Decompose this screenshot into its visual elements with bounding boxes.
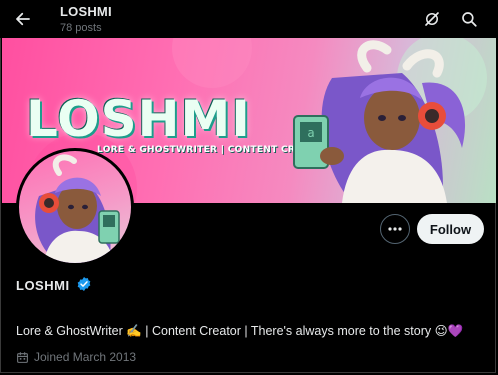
profile-display-name: LOSHMI <box>16 278 70 293</box>
profile-joined-date: Joined March 2013 <box>16 350 136 364</box>
svg-text:a: a <box>307 126 314 140</box>
follow-button[interactable]: Follow <box>417 214 484 244</box>
post-count: 78 posts <box>60 22 102 34</box>
avatar-illustration <box>35 154 120 263</box>
joined-text: Joined March 2013 <box>34 350 137 364</box>
profile-avatar[interactable] <box>16 148 134 266</box>
grok-button[interactable] <box>419 6 445 32</box>
profile-bio: Lore & GhostWriter ✍️ | Content Creator … <box>16 324 464 338</box>
profile-header-bar: LOSHMI 78 posts <box>0 0 498 38</box>
back-arrow-icon <box>16 12 30 26</box>
banner-character-illustration: a <box>293 40 466 203</box>
header-title: LOSHMI <box>60 4 112 19</box>
back-button[interactable] <box>10 6 36 32</box>
calendar-icon <box>16 351 29 364</box>
search-icon <box>462 12 477 27</box>
more-options-button[interactable] <box>380 214 410 244</box>
more-icon <box>388 227 402 231</box>
grok-icon <box>425 12 439 26</box>
search-button[interactable] <box>456 6 482 32</box>
banner-logo-text: LOSHMI <box>26 90 251 148</box>
verified-badge-icon[interactable] <box>76 276 92 292</box>
